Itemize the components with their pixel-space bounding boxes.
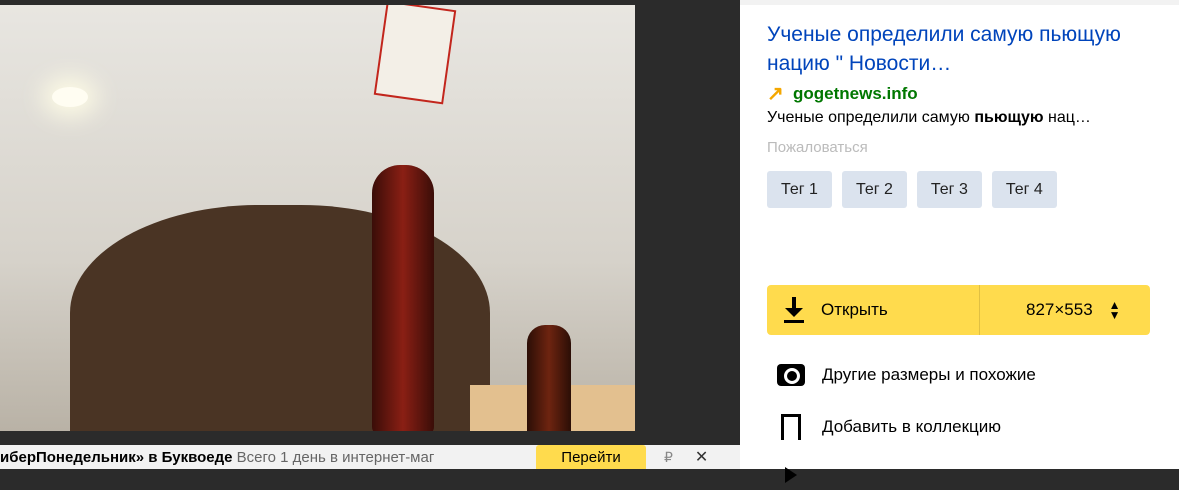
photo-sign [373,5,457,105]
promo-text-rest: Всего 1 день в интернет-маг [232,448,435,466]
source-domain: gogetnews.info [793,84,918,103]
arrow-icon: ↗ [767,83,784,105]
tag-chip[interactable]: Тег 2 [841,171,907,208]
promo-bar: иберПонедельник» в Буквоеде Всего 1 день… [0,445,740,469]
share-icon [776,460,806,490]
image-viewer: иберПонедельник» в Буквоеде Всего 1 день… [0,0,740,469]
add-to-collection-link[interactable]: Добавить в коллекцию [776,412,1002,447]
result-snippet: Ученые определили самую пьющую нац… [767,109,1152,127]
camera-search-icon [776,360,806,390]
similar-images-label: Другие размеры и похожие [822,365,1036,384]
go-button[interactable]: Перейти [536,445,646,469]
share-link[interactable] [776,460,806,490]
similar-images-link[interactable]: Другие размеры и похожие [776,360,1036,390]
source-link[interactable]: ↗ gogetnews.info [767,84,918,104]
preview-image[interactable] [0,5,635,431]
snippet-pre: Ученые определили самую [767,109,975,126]
tag-chip[interactable]: Тег 4 [991,171,1057,208]
promo-text-bold: иберПонедельник» в Буквоеде [0,448,233,466]
download-icon [783,297,805,323]
snippet-post: нац… [1043,109,1091,126]
ruble-icon: ₽ [664,448,673,465]
bookmark-icon [776,412,806,447]
promo-text[interactable]: иберПонедельник» в Буквоеде Всего 1 день… [0,449,510,466]
tag-chip[interactable]: Тег 1 [767,171,832,208]
size-select[interactable]: 827×553 [1026,300,1093,320]
related-tags: Тег 1 Тег 2 Тег 3 Тег 4 [767,171,1167,208]
photo-bottle-2 [527,325,571,431]
close-icon[interactable]: ✕ [695,447,708,467]
snippet-bold: пьющую [974,109,1044,126]
report-link[interactable]: Пожаловаться [767,139,868,156]
open-label: Открыть [821,300,888,319]
tag-chip[interactable]: Тег 3 [916,171,982,208]
add-to-collection-label: Добавить в коллекцию [822,417,1002,436]
open-button[interactable]: Открыть 827×553 ▲ ▼ [767,285,1150,335]
image-sidebar: Ученые определили самую пьющую нацию " Н… [740,0,1179,483]
open-divider [979,285,980,335]
result-title[interactable]: Ученые определили самую пьющую нацию " Н… [767,20,1147,78]
photo-bottle [372,165,434,431]
updown-icon[interactable]: ▲ ▼ [1109,299,1121,321]
photo-lamp [52,87,88,107]
